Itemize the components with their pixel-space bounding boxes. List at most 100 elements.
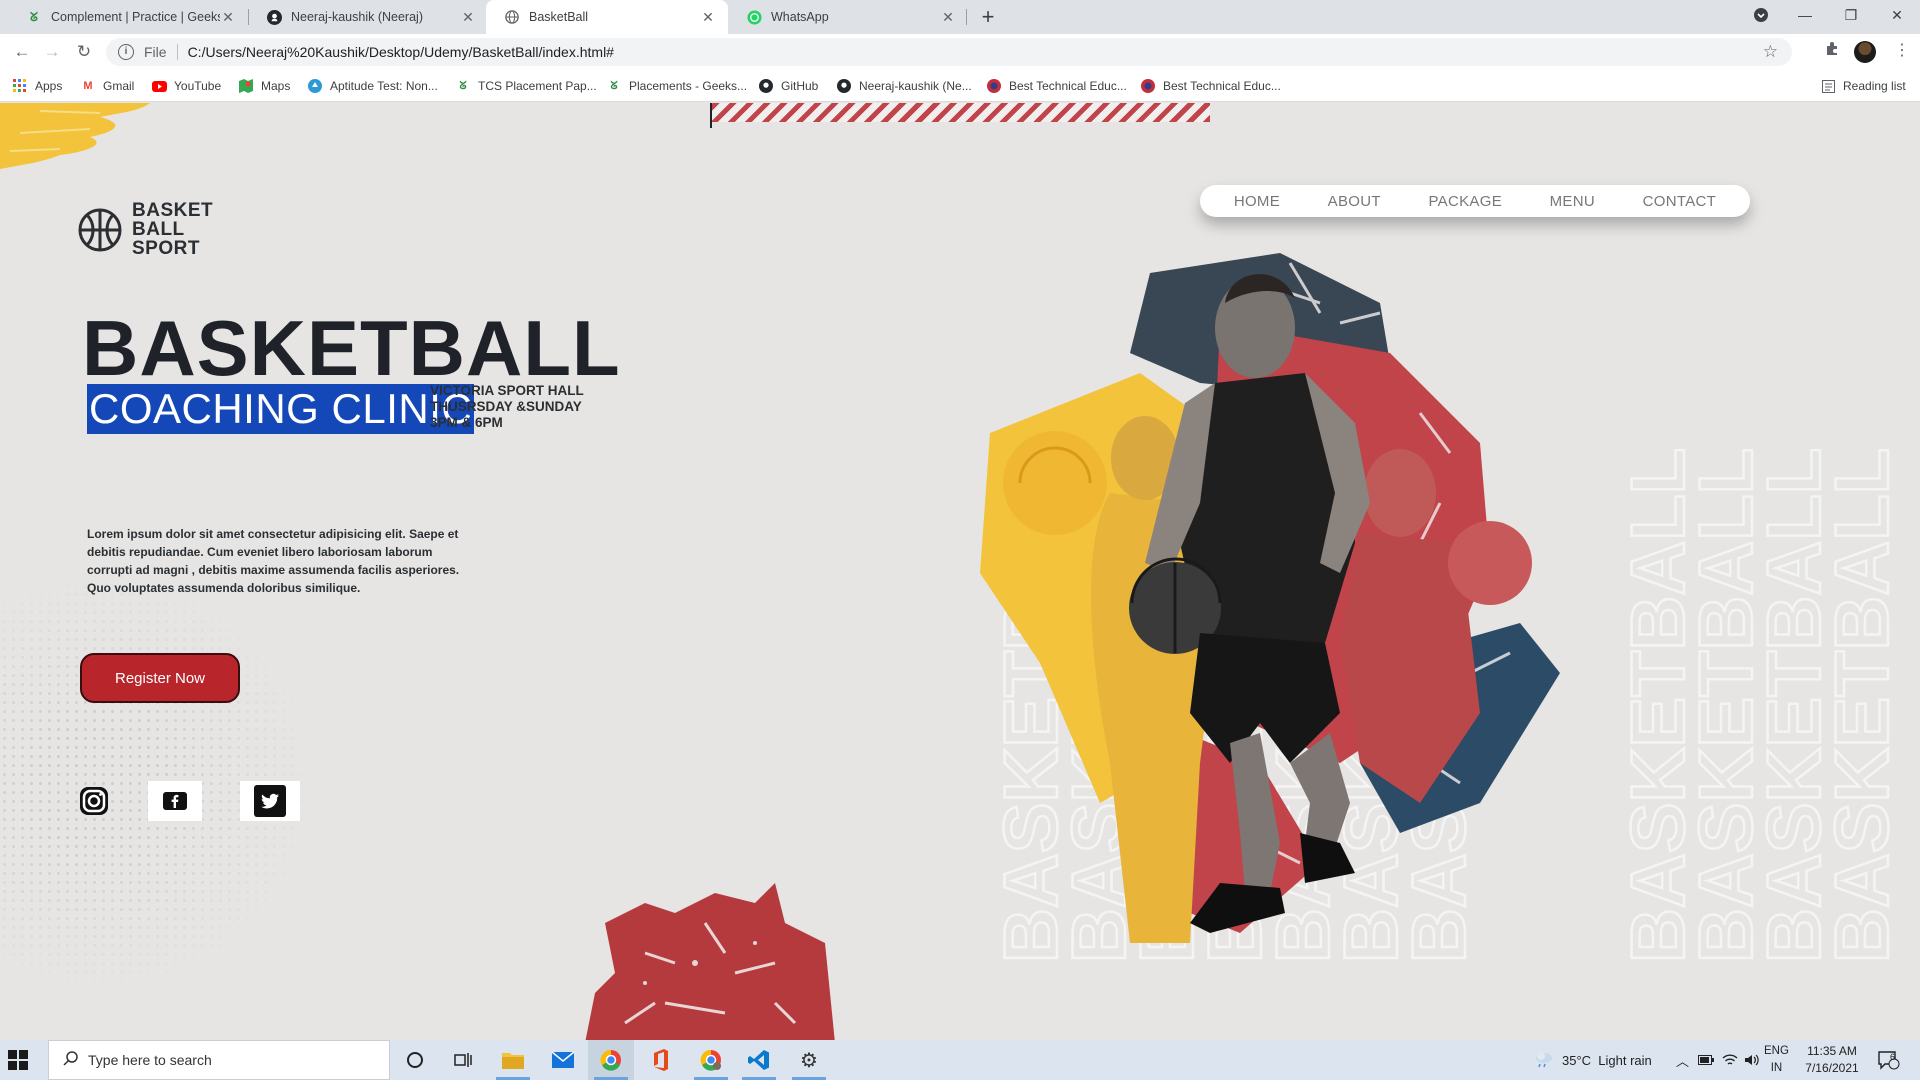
weather-widget[interactable]: 35°C Light rain [1534,1040,1652,1080]
gfg-icon: ᘜ [30,9,38,24]
bookmark-youtube[interactable]: YouTube [151,70,221,102]
bookmark-label: YouTube [174,79,222,93]
clock-date: 7/16/2021 [1805,1061,1859,1075]
globe-icon [504,9,520,25]
clock[interactable]: 11:35 AM 7/16/2021 [1800,1043,1864,1077]
tab-divider [966,9,967,25]
close-window-button[interactable]: ✕ [1874,0,1920,30]
bookmark-tcs-placement[interactable]: ᘜ TCS Placement Pap... [455,70,596,102]
profile-avatar[interactable] [1854,41,1876,63]
tab-github[interactable]: Neeraj-kaushik (Neeraj) ✕ [248,0,488,34]
close-icon[interactable]: ✕ [220,9,236,26]
battery-icon[interactable] [1698,1040,1714,1080]
whatsapp-icon [746,9,762,25]
vscode-icon[interactable] [736,1040,782,1080]
reading-list-button[interactable]: Reading list [1820,70,1906,102]
windows-start-icon[interactable] [8,1050,28,1075]
close-icon[interactable]: ✕ [460,9,476,26]
nav-menu[interactable]: MENU [1550,193,1595,210]
tab-search-button[interactable] [1738,0,1784,30]
instagram-icon[interactable] [76,781,112,821]
reload-button[interactable]: ↻ [72,40,96,64]
text-caret [710,103,712,128]
days-text: THUSRSDAY &SUNDAY [430,399,582,414]
bookmark-best-technical-1[interactable]: Best Technical Educ... [986,70,1127,102]
bookmark-placements[interactable]: ᘜ Placements - Geeks... [606,70,747,102]
tab-title: Neeraj-kaushik (Neeraj) [291,10,423,24]
apps-grid-icon [12,78,28,94]
close-icon[interactable]: ✕ [700,9,716,26]
bookmark-maps[interactable]: Maps [238,70,290,102]
file-explorer-icon[interactable] [490,1040,536,1080]
windows-taskbar: Type here to search ⚙ 35°C Light rain ︿ … [0,1040,1920,1080]
gmail-icon: M [83,80,93,92]
mail-icon[interactable] [540,1040,586,1080]
edu-icon [986,78,1002,94]
tab-basketball[interactable]: BasketBall ✕ [486,0,728,34]
close-icon[interactable]: ✕ [940,9,956,26]
description-paragraph: Lorem ipsum dolor sit amet consectetur a… [87,527,460,595]
reading-list-icon [1820,78,1836,94]
forward-button[interactable]: → [40,40,64,64]
logo-text: BASKET BALL SPORT [132,201,213,258]
background-word-right: BASKETBALL BASKETBALL BASKETBALL BASKETB… [1622,447,1906,965]
bookmark-best-technical-2[interactable]: Best Technical Educ... [1140,70,1281,102]
chrome-icon[interactable] [588,1040,634,1080]
register-now-button[interactable]: Register Now [80,653,240,703]
red-paint-splash [585,883,835,1040]
menu-kebab-icon[interactable]: ⋮ [1894,40,1910,60]
bookmark-star-icon[interactable]: ☆ [1763,42,1778,62]
tray-expand-icon[interactable]: ︿ [1676,1040,1689,1080]
back-button[interactable]: ← [10,40,34,64]
browser-toolbar: ← → ↻ i File C:/Users/Neeraj%20Kaushik/D… [0,34,1920,70]
bookmark-github[interactable]: GitHub [758,70,818,102]
notification-count: 6 [1890,1052,1896,1062]
hero-player-artwork [980,253,1560,943]
twitter-icon[interactable] [240,781,300,821]
minimize-button[interactable]: — [1782,0,1828,30]
facebook-icon[interactable] [148,781,202,821]
site-logo[interactable]: BASKET BALL SPORT [78,201,213,258]
language-indicator[interactable]: ENG IN [1764,1043,1789,1077]
bookmark-gmail[interactable]: M Gmail [80,70,134,102]
url-text[interactable]: C:/Users/Neeraj%20Kaushik/Desktop/Udemy/… [188,44,614,60]
bookmark-aptitude[interactable]: Aptitude Test: Non... [307,70,438,102]
venue-text: VICTORIA SPORT HALL [430,383,584,398]
task-view-icon[interactable] [440,1040,486,1080]
restore-button[interactable]: ❐ [1828,0,1874,30]
reading-list-label: Reading list [1843,79,1906,93]
bookmark-label: Maps [261,79,291,93]
logo-line: BASKET [132,200,214,221]
clock-time: 11:35 AM [1807,1044,1857,1058]
bookmark-label: Placements - Geeks... [629,79,748,93]
volume-icon[interactable] [1744,1040,1760,1080]
tab-strip: ᘜ Complement | Practice | Geeksfor ✕ Nee… [0,0,1920,34]
info-icon[interactable]: i [118,44,134,60]
office-icon[interactable] [638,1040,684,1080]
bookmark-neeraj-github[interactable]: Neeraj-kaushik (Ne... [836,70,972,102]
bookmark-apps[interactable]: Apps [12,70,62,102]
tab-geeksforgeeks[interactable]: ᘜ Complement | Practice | Geeksfor ✕ [8,0,248,34]
settings-gear-icon[interactable]: ⚙ [786,1040,832,1080]
notifications-icon[interactable]: 6 [1878,1040,1900,1080]
search-icon [63,1051,78,1069]
bookmark-label: Apps [35,79,63,93]
hero-subtitle-highlight: COACHING CLINIC [87,384,475,434]
edu-icon [1140,78,1156,94]
wifi-icon[interactable] [1722,1040,1738,1080]
chrome-profile-icon[interactable] [688,1040,734,1080]
tab-title: BasketBall [529,10,589,24]
gfg-icon: ᘜ [459,79,467,92]
event-details: VICTORIA SPORT HALL THUSRSDAY &SUNDAY 3P… [430,383,584,431]
scheme-label: File [144,44,167,60]
taskbar-search-input[interactable]: Type here to search [48,1040,390,1080]
new-tab-button[interactable]: + [976,5,1000,29]
address-bar[interactable]: i File C:/Users/Neeraj%20Kaushik/Desktop… [106,38,1792,66]
yellow-paint-splash [0,103,150,169]
tab-title: Complement | Practice | Geeksfor [51,10,220,24]
bookmark-label: Neeraj-kaushik (Ne... [859,79,972,93]
extensions-icon[interactable] [1824,40,1840,61]
cortana-icon[interactable] [392,1040,438,1080]
github-icon [836,78,852,94]
tab-whatsapp[interactable]: WhatsApp ✕ [728,0,968,34]
